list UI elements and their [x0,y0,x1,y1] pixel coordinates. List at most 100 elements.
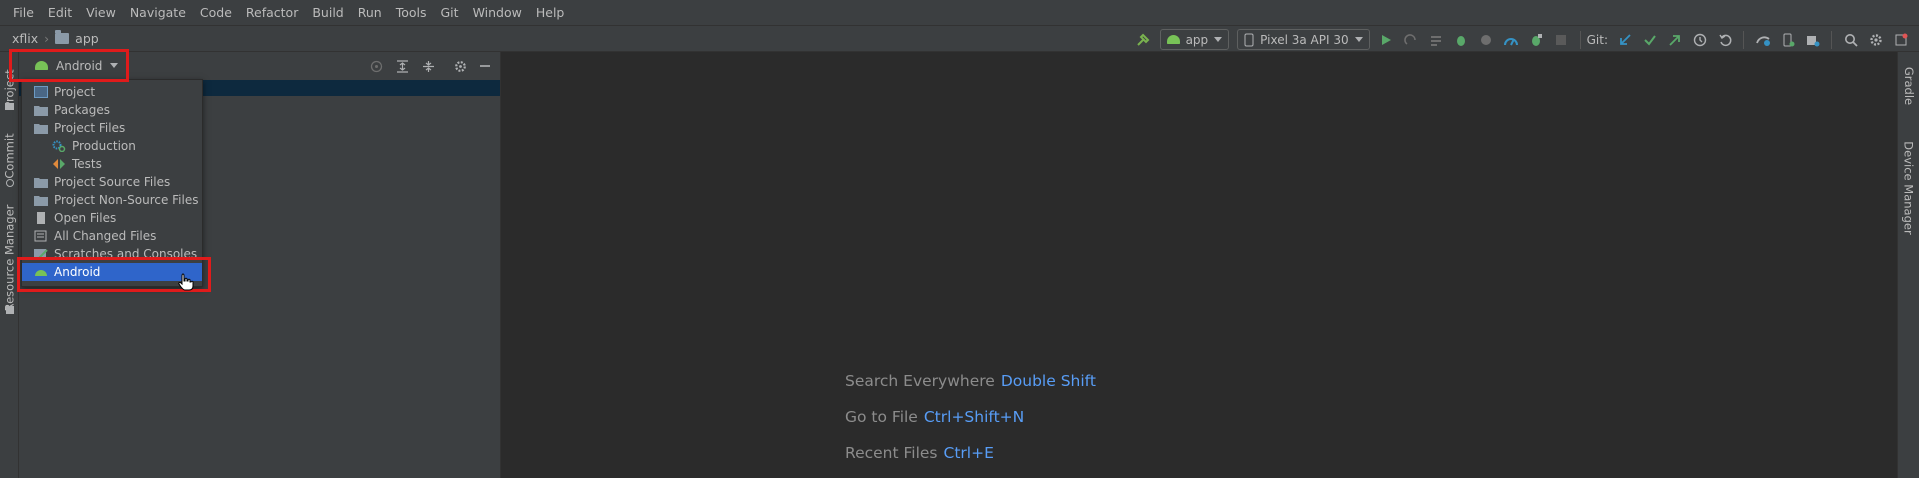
debug-icon[interactable] [1449,27,1474,52]
view-option-label: Android [54,265,101,279]
device-label: Pixel 3a API 30 [1260,32,1349,47]
view-option-all-changed-files[interactable]: All Changed Files [22,227,202,245]
tests-scope-icon [52,158,66,170]
rollback-icon[interactable] [1712,27,1737,52]
toolbar-separator [1831,30,1832,49]
hint-action: Recent Files [845,444,938,462]
stop-icon[interactable] [1549,27,1574,52]
collapse-all-icon[interactable] [419,57,437,75]
module-folder-icon [55,30,70,44]
view-option-project-non-source-files[interactable]: Project Non-Source Files [22,191,202,209]
chevron-down-icon [110,63,119,68]
breadcrumb-separator-icon: › [44,31,50,46]
project-view-popup: Project Packages Project Files Production Te… [21,79,203,287]
project-panel-header: Android [19,52,500,79]
menu-refactor[interactable]: Refactor [239,5,305,20]
resource-manager-icon [0,304,19,316]
tab-gradle[interactable]: Gradle [1898,58,1919,114]
hand-cursor-icon [178,273,194,294]
run-configuration-select[interactable]: app [1159,29,1230,50]
breadcrumb-project[interactable]: xflix [12,31,38,46]
view-option-label: Scratches and Consoles [54,247,198,261]
folder-icon [34,194,48,206]
hint-shortcut: Double Shift [1000,372,1096,390]
menu-edit[interactable]: Edit [41,5,79,20]
project-view-selector[interactable]: Android [35,58,119,73]
view-option-android[interactable]: Android [22,263,202,281]
sync-gradle-icon[interactable] [1750,27,1775,52]
view-option-project-source-files[interactable]: Project Source Files [22,173,202,191]
view-option-open-files[interactable]: Open Files [22,209,202,227]
android-icon [1166,35,1180,44]
apply-code-changes-icon[interactable] [1424,27,1449,52]
device-select[interactable]: Pixel 3a API 30 [1237,29,1370,50]
device-manager-icon[interactable] [1775,27,1800,52]
breadcrumb: xflix › app [0,30,99,46]
changed-files-icon [34,230,48,242]
hint-go-to-file: Go to File Ctrl+Shift+N [845,408,1024,426]
menu-run[interactable]: Run [351,5,389,20]
production-scope-icon [52,140,66,153]
apply-changes-icon[interactable] [1399,27,1424,52]
menu-git[interactable]: Git [434,5,466,20]
breadcrumb-module[interactable]: app [75,31,99,46]
hint-action: Search Everywhere [845,372,995,390]
tab-resource-manager[interactable]: Resource Manager [0,202,19,314]
menu-navigate[interactable]: Navigate [123,5,193,20]
menu-code[interactable]: Code [193,5,239,20]
view-option-tests[interactable]: Tests [22,155,202,173]
right-tool-strip: Gradle Device Manager [1897,52,1919,478]
menu-view[interactable]: View [79,5,123,20]
view-option-label: Project Source Files [54,175,171,189]
editor-empty-area[interactable]: Search Everywhere Double Shift Go to File… [502,52,1897,478]
view-option-label: Project [54,85,96,99]
view-option-label: Open Files [54,211,117,225]
view-option-project-files[interactable]: Project Files [22,119,202,137]
git-commit-icon[interactable] [1637,27,1662,52]
tab-commit-label: Commit [2,133,17,179]
settings-gear-icon[interactable] [1863,27,1888,52]
hint-shortcut: Ctrl+E [943,444,994,462]
profile-icon[interactable] [1499,27,1524,52]
main-toolbar: app Pixel 3a API 30 Git: [1131,26,1919,53]
view-option-project[interactable]: Project [22,83,202,101]
git-update-icon[interactable] [1612,27,1637,52]
hint-action: Go to File [845,408,918,426]
tab-device-manager-label: Device Manager [1902,141,1916,235]
notifications-icon[interactable] [1888,27,1913,52]
view-option-production[interactable]: Production [22,137,202,155]
build-hammer-icon[interactable] [1131,27,1156,52]
menu-window[interactable]: Window [466,5,529,20]
tab-resource-manager-label: Resource Manager [2,204,17,312]
view-option-scratches-and-consoles[interactable]: Scratches and Consoles [22,245,202,263]
scratches-icon [34,248,48,260]
hide-panel-icon[interactable] [476,57,494,75]
tab-gradle-label: Gradle [1902,66,1917,106]
attach-debugger-icon[interactable] [1474,27,1499,52]
hint-shortcut: Ctrl+Shift+N [923,408,1025,426]
project-tab-icon [0,100,19,112]
select-opened-file-icon[interactable] [367,57,385,75]
project-view-icon [34,86,48,98]
search-icon[interactable] [1838,27,1863,52]
sdk-manager-icon[interactable] [1800,27,1825,52]
menu-help[interactable]: Help [529,5,572,20]
menu-file[interactable]: File [6,5,41,20]
run-icon[interactable] [1374,27,1399,52]
project-view-label: Android [56,58,103,73]
options-gear-icon[interactable] [451,57,469,75]
git-push-icon[interactable] [1662,27,1687,52]
menu-tools[interactable]: Tools [389,5,434,20]
hint-recent-files: Recent Files Ctrl+E [845,444,994,462]
expand-all-icon[interactable] [393,57,411,75]
packages-icon [34,104,48,116]
view-option-label: All Changed Files [54,229,157,243]
git-label: Git: [1586,32,1608,47]
view-option-label: Packages [54,103,110,117]
menu-build[interactable]: Build [305,5,350,20]
device-icon [1244,33,1254,46]
view-option-packages[interactable]: Packages [22,101,202,119]
tab-device-manager[interactable]: Device Manager [1898,128,1919,248]
attach-debugger-process-icon[interactable] [1524,27,1549,52]
history-icon[interactable] [1687,27,1712,52]
